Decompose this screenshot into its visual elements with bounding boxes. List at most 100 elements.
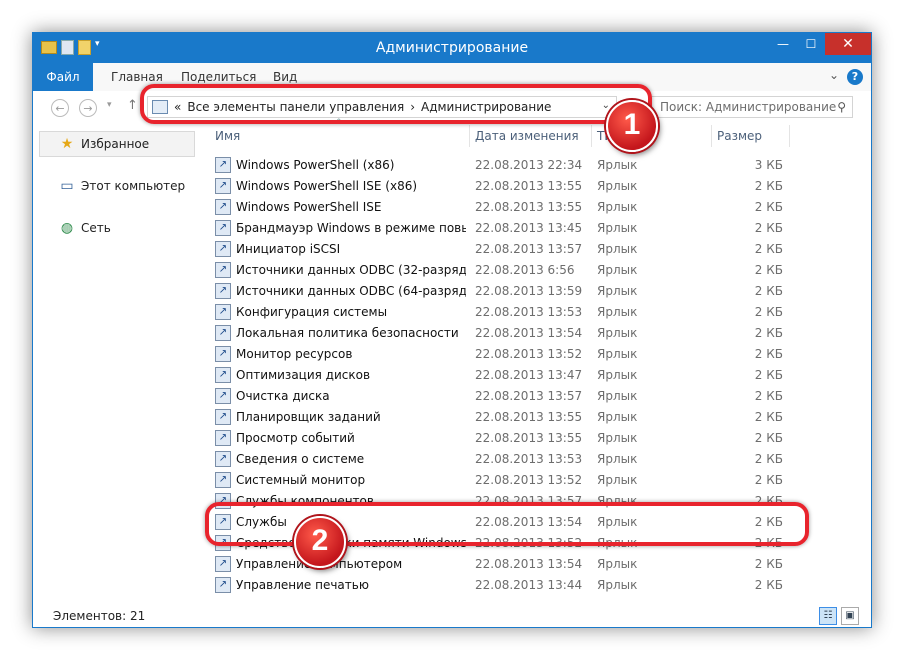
file-row[interactable]: ↗ Windows PowerShell (x86) 22.08.2013 22:3… xyxy=(209,155,819,176)
shortcut-icon: ↗ xyxy=(215,220,231,236)
details-view-button[interactable]: ☷ xyxy=(819,607,837,625)
search-placeholder: Поиск: Администрирование xyxy=(660,100,837,114)
close-button[interactable]: ✕ xyxy=(825,33,871,55)
sidebar-item-network[interactable]: ◍ Сеть xyxy=(59,221,111,235)
shortcut-icon: ↗ xyxy=(215,325,231,341)
file-name: Windows PowerShell ISE xyxy=(236,200,382,214)
shortcut-icon: ↗ xyxy=(215,409,231,425)
file-name: Источники данных ODBC (32-разрядна... xyxy=(236,263,466,277)
file-date: 22.08.2013 6:56 xyxy=(475,263,575,277)
file-type: Ярлык xyxy=(597,284,638,298)
file-type: Ярлык xyxy=(597,326,638,340)
file-row[interactable]: ↗ Локальная политика безопасности 22.08.20… xyxy=(209,323,819,344)
file-size: 2 КБ xyxy=(754,389,783,403)
file-row[interactable]: ↗ Источники данных ODBC (64-разрядна... 22… xyxy=(209,281,819,302)
file-date: 22.08.2013 13:52 xyxy=(475,473,583,487)
file-size: 2 КБ xyxy=(754,200,783,214)
column-divider[interactable] xyxy=(789,125,790,147)
file-size: 2 КБ xyxy=(754,578,783,592)
tab-file[interactable]: Файл xyxy=(33,63,93,91)
shortcut-icon: ↗ xyxy=(215,367,231,383)
column-divider[interactable] xyxy=(469,125,470,147)
highlight-address-bar xyxy=(140,84,652,124)
large-icons-view-button[interactable]: ▣ xyxy=(841,607,859,625)
shortcut-icon: ↗ xyxy=(215,304,231,320)
minimize-button[interactable]: — xyxy=(769,33,797,55)
column-size[interactable]: Размер xyxy=(717,129,762,143)
column-date[interactable]: Дата изменения xyxy=(475,129,579,143)
file-row[interactable]: ↗ Планировщик заданий 22.08.2013 13:55 Ярлы… xyxy=(209,407,819,428)
file-type: Ярлык xyxy=(597,389,638,403)
file-name: Планировщик заданий xyxy=(236,410,381,424)
column-divider[interactable] xyxy=(711,125,712,147)
expand-ribbon-icon[interactable]: ⌄ xyxy=(829,68,839,82)
file-date: 22.08.2013 13:53 xyxy=(475,452,583,466)
sidebar-item-favorites[interactable]: ★ Избранное xyxy=(59,137,149,151)
status-bar: Элементов: 21 ☷ ▣ xyxy=(33,605,871,627)
file-name: Источники данных ODBC (64-разрядна... xyxy=(236,284,466,298)
file-row[interactable]: ↗ Windows PowerShell ISE (x86) 22.08.2013 … xyxy=(209,176,819,197)
search-input[interactable]: Поиск: Администрирование ⚲ xyxy=(651,96,853,118)
file-type: Ярлык xyxy=(597,158,638,172)
sidebar-item-label: Избранное xyxy=(81,137,150,151)
search-icon[interactable]: ⚲ xyxy=(837,100,846,114)
shortcut-icon: ↗ xyxy=(215,577,231,593)
up-button[interactable]: ↑ xyxy=(127,98,138,113)
file-row[interactable]: ↗ Оптимизация дисков 22.08.2013 13:47 Ярлык… xyxy=(209,365,819,386)
file-row[interactable]: ↗ Управление печатью 22.08.2013 13:44 Ярлык… xyxy=(209,575,819,596)
file-size: 2 КБ xyxy=(754,242,783,256)
file-name: Конфигурация системы xyxy=(236,305,388,319)
file-size: 3 КБ xyxy=(754,158,783,172)
file-name: Windows PowerShell ISE (x86) xyxy=(236,179,418,193)
file-row[interactable]: ↗ Брандмауэр Windows в режиме повы... 22.0… xyxy=(209,218,819,239)
recent-locations-icon[interactable]: ▾ xyxy=(107,100,112,110)
file-name: Управление печатью xyxy=(236,578,369,592)
column-name[interactable]: Имя xyxy=(215,129,240,143)
file-row[interactable]: ↗ Сведения о системе 22.08.2013 13:53 Ярлык… xyxy=(209,449,819,470)
help-icon[interactable]: ? xyxy=(847,69,863,85)
file-date: 22.08.2013 13:57 xyxy=(475,242,583,256)
file-row[interactable]: ↗ Системный монитор 22.08.2013 13:52 Ярлык 2… xyxy=(209,470,819,491)
shortcut-icon: ↗ xyxy=(215,388,231,404)
file-type: Ярлык xyxy=(597,557,638,571)
back-button[interactable]: ← xyxy=(51,99,69,117)
file-type: Ярлык xyxy=(597,221,638,235)
file-date: 22.08.2013 13:44 xyxy=(475,578,583,592)
column-divider[interactable] xyxy=(591,125,592,147)
shortcut-icon: ↗ xyxy=(215,556,231,572)
shortcut-icon: ↗ xyxy=(215,262,231,278)
navigation-pane: ★ Избранное ▭ Этот компьютер ◍ Сеть xyxy=(33,123,197,607)
file-name: Локальная политика безопасности xyxy=(236,326,459,340)
sidebar-item-label: Этот компьютер xyxy=(81,179,186,193)
file-type: Ярлык xyxy=(597,200,638,214)
file-date: 22.08.2013 13:55 xyxy=(475,179,583,193)
file-size: 2 КБ xyxy=(754,431,783,445)
file-name: Сведения о системе xyxy=(236,452,365,466)
file-row[interactable]: ↗ Монитор ресурсов 22.08.2013 13:52 Ярлык 2 … xyxy=(209,344,819,365)
file-row[interactable]: ↗ Источники данных ODBC (32-разрядна... 22… xyxy=(209,260,819,281)
file-size: 2 КБ xyxy=(754,452,783,466)
file-type: Ярлык xyxy=(597,242,638,256)
sidebar-item-this-pc[interactable]: ▭ Этот компьютер xyxy=(59,179,185,193)
file-row[interactable]: ↗ Инициатор iSCSI 22.08.2013 13:57 Ярлык 2 К… xyxy=(209,239,819,260)
file-size: 2 КБ xyxy=(754,473,783,487)
shortcut-icon: ↗ xyxy=(215,430,231,446)
file-size: 2 КБ xyxy=(754,263,783,277)
file-type: Ярлык xyxy=(597,452,638,466)
shortcut-icon: ↗ xyxy=(215,241,231,257)
file-date: 22.08.2013 13:53 xyxy=(475,305,583,319)
file-type: Ярлык xyxy=(597,305,638,319)
file-date: 22.08.2013 13:52 xyxy=(475,347,583,361)
file-name: Оптимизация дисков xyxy=(236,368,371,382)
file-row[interactable]: ↗ Конфигурация системы 22.08.2013 13:53 Ярл… xyxy=(209,302,819,323)
forward-button[interactable]: → xyxy=(79,99,97,117)
file-size: 2 КБ xyxy=(754,410,783,424)
file-row[interactable]: ↗ Windows PowerShell ISE 22.08.2013 13:55 Я… xyxy=(209,197,819,218)
shortcut-icon: ↗ xyxy=(215,199,231,215)
file-type: Ярлык xyxy=(597,431,638,445)
maximize-button[interactable]: ☐ xyxy=(797,33,825,55)
file-row[interactable]: ↗ Очистка диска 22.08.2013 13:57 Ярлык 2 КБ xyxy=(209,386,819,407)
file-type: Ярлык xyxy=(597,578,638,592)
file-row[interactable]: ↗ Просмотр событий 22.08.2013 13:55 Ярлык 2 … xyxy=(209,428,819,449)
file-type: Ярлык xyxy=(597,410,638,424)
